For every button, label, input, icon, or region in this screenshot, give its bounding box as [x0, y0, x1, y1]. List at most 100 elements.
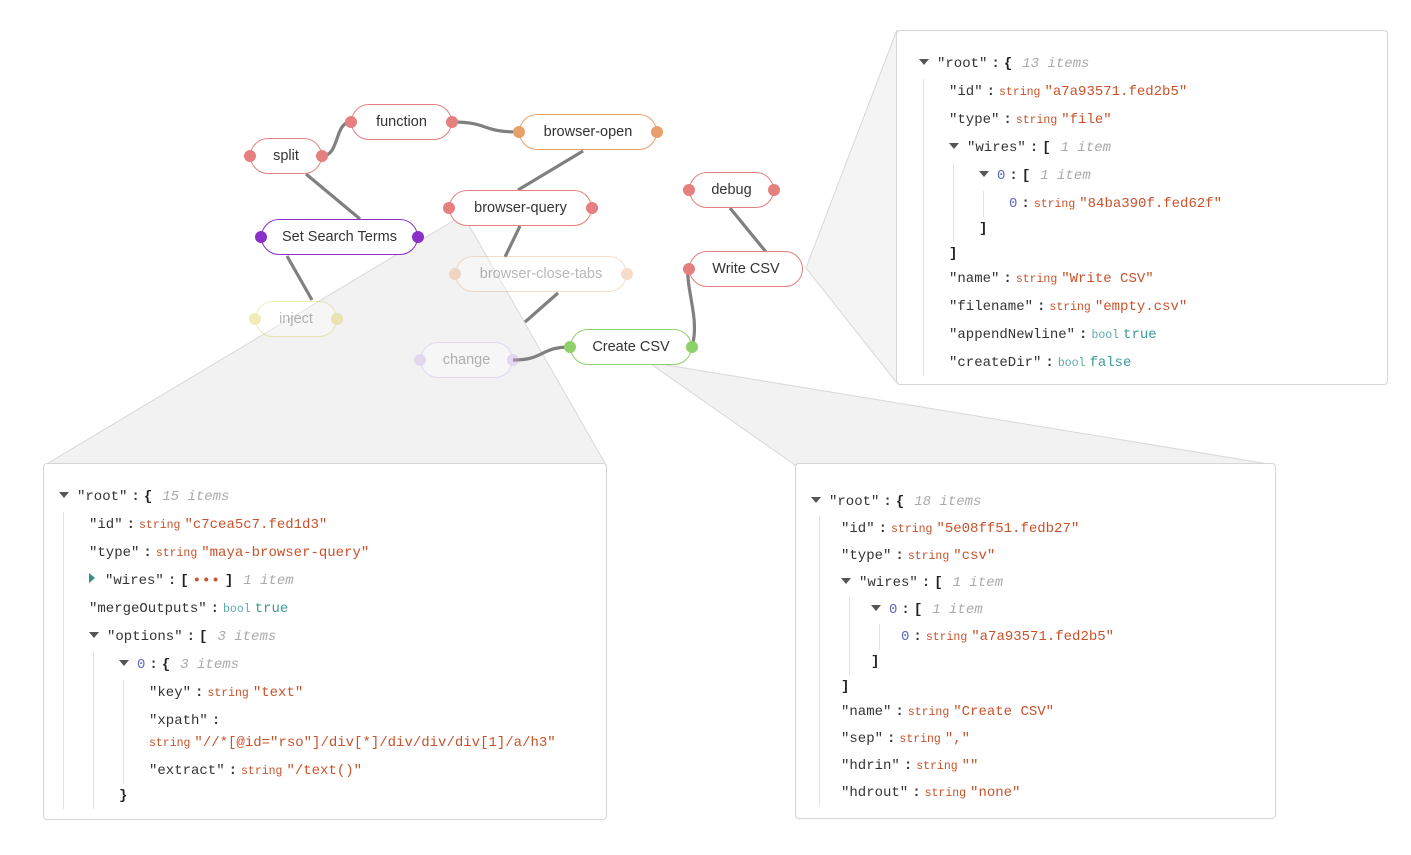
- node-split[interactable]: split: [244, 138, 328, 174]
- json-key: "root": [77, 489, 128, 505]
- json-row: 0: string "a7a93571.fed2b5": [901, 628, 1114, 647]
- json-key: "type": [89, 545, 140, 561]
- json-row[interactable]: "options":[3 items: [89, 628, 276, 646]
- input-port[interactable]: [414, 354, 426, 366]
- json-row[interactable]: "wires":[1 item: [841, 574, 1003, 592]
- flow-canvas[interactable]: function browser-open split debug browse…: [0, 0, 1411, 855]
- collapse-caret-icon[interactable]: [59, 492, 69, 498]
- json-row[interactable]: 0:[1 item: [979, 167, 1091, 185]
- json-type: string: [1033, 198, 1076, 211]
- json-row[interactable]: "root":{13 items: [919, 55, 1089, 73]
- indent-guide: [953, 163, 954, 242]
- collapse-caret-icon[interactable]: [811, 497, 821, 503]
- json-value: "text": [252, 685, 304, 701]
- indent-guide: [983, 191, 984, 217]
- wire-close-change: [523, 291, 560, 324]
- json-key: "id": [841, 521, 875, 537]
- collapse-caret-icon[interactable]: [949, 143, 959, 149]
- json-row: "id": string "c7cea5c7.fed1d3": [89, 516, 327, 535]
- collapse-caret-icon[interactable]: [841, 578, 851, 584]
- output-port[interactable]: [331, 313, 343, 325]
- output-port[interactable]: [651, 126, 663, 138]
- json-key: "xpath": [149, 713, 208, 729]
- json-item-count: 13 items: [1022, 56, 1090, 72]
- node-label: inject: [279, 311, 313, 327]
- json-key: "id": [89, 517, 123, 533]
- node-browser-open[interactable]: browser-open: [513, 114, 663, 150]
- node-label: Create CSV: [592, 339, 670, 355]
- output-port[interactable]: [412, 231, 424, 243]
- json-row: ]: [871, 653, 879, 671]
- input-port[interactable]: [683, 184, 695, 196]
- output-port[interactable]: [507, 354, 519, 366]
- node-function[interactable]: function: [345, 104, 458, 140]
- indent-guide: [879, 624, 880, 650]
- collapse-caret-icon[interactable]: [871, 605, 881, 611]
- input-port[interactable]: [255, 231, 267, 243]
- json-colon: :: [211, 713, 221, 729]
- node-set-search-terms[interactable]: Set Search Terms: [255, 219, 424, 255]
- input-port[interactable]: [449, 268, 461, 280]
- input-port[interactable]: [683, 263, 695, 275]
- json-row: "id": string "5e08ff51.fedb27": [841, 520, 1079, 539]
- json-open-bracket: [: [180, 573, 189, 589]
- json-index: 0: [901, 629, 910, 645]
- node-create-csv[interactable]: Create CSV: [564, 329, 698, 365]
- collapse-caret-icon[interactable]: [979, 171, 989, 177]
- node-browser-close-tabs[interactable]: browser-close-tabs: [449, 256, 633, 292]
- json-row: "mergeOutputs": bool true: [89, 600, 288, 619]
- json-key: "name": [841, 704, 892, 720]
- json-close-bracket: }: [119, 788, 128, 804]
- json-row[interactable]: "wires":[•••] 1 item: [89, 572, 294, 590]
- collapse-caret-icon[interactable]: [919, 59, 929, 65]
- node-debug[interactable]: debug: [683, 172, 780, 208]
- json-index: 0: [889, 602, 898, 618]
- expand-caret-icon[interactable]: [89, 573, 95, 583]
- output-port[interactable]: [686, 341, 698, 353]
- json-value: "": [961, 758, 979, 774]
- input-port[interactable]: [564, 341, 576, 353]
- wire-change-create-csv: [512, 345, 571, 362]
- json-key: "wires": [859, 575, 918, 591]
- json-value: "none": [970, 785, 1021, 801]
- output-port[interactable]: [621, 268, 633, 280]
- wire-function-browser-open: [451, 120, 520, 134]
- input-port[interactable]: [249, 313, 261, 325]
- json-item-count: 1 item: [952, 575, 1004, 591]
- node-change[interactable]: change: [414, 342, 519, 378]
- output-port[interactable]: [316, 150, 328, 162]
- output-port[interactable]: [586, 202, 598, 214]
- collapse-caret-icon[interactable]: [89, 632, 99, 638]
- json-row[interactable]: "root":{18 items: [811, 493, 981, 511]
- node-inject[interactable]: inject: [249, 301, 343, 337]
- json-type: string: [924, 787, 967, 800]
- input-port[interactable]: [513, 126, 525, 138]
- json-type: string: [155, 547, 198, 560]
- output-port[interactable]: [446, 116, 458, 128]
- json-colon: :: [903, 758, 913, 774]
- node-label: browser-query: [474, 200, 567, 216]
- json-value: "//*[@id="rso"]/div[*]/div/div/div[1]/a/…: [194, 735, 556, 751]
- collapse-caret-icon[interactable]: [119, 660, 129, 666]
- json-index: 0: [997, 168, 1006, 184]
- json-row[interactable]: 0:{3 items: [119, 656, 239, 674]
- node-browser-query[interactable]: browser-query: [443, 190, 598, 226]
- node-label: split: [273, 148, 299, 164]
- json-colon: :: [228, 763, 238, 779]
- json-row[interactable]: 0:[1 item: [871, 601, 983, 619]
- node-write-csv[interactable]: Write CSV: [683, 251, 803, 287]
- json-key: "id": [949, 84, 983, 100]
- json-row[interactable]: "root":{15 items: [59, 488, 229, 506]
- indent-guide: [819, 516, 820, 806]
- json-value: "84ba390f.fed62f": [1079, 196, 1223, 212]
- json-row[interactable]: "wires":[1 item: [949, 139, 1111, 157]
- input-port[interactable]: [244, 150, 256, 162]
- output-port[interactable]: [768, 184, 780, 196]
- input-port[interactable]: [345, 116, 357, 128]
- json-colon: :: [883, 494, 892, 510]
- json-ellipsis[interactable]: •••: [193, 573, 221, 589]
- node-label: browser-open: [543, 124, 633, 140]
- json-key: "wires": [967, 140, 1026, 156]
- json-type: string: [149, 737, 191, 750]
- input-port[interactable]: [443, 202, 455, 214]
